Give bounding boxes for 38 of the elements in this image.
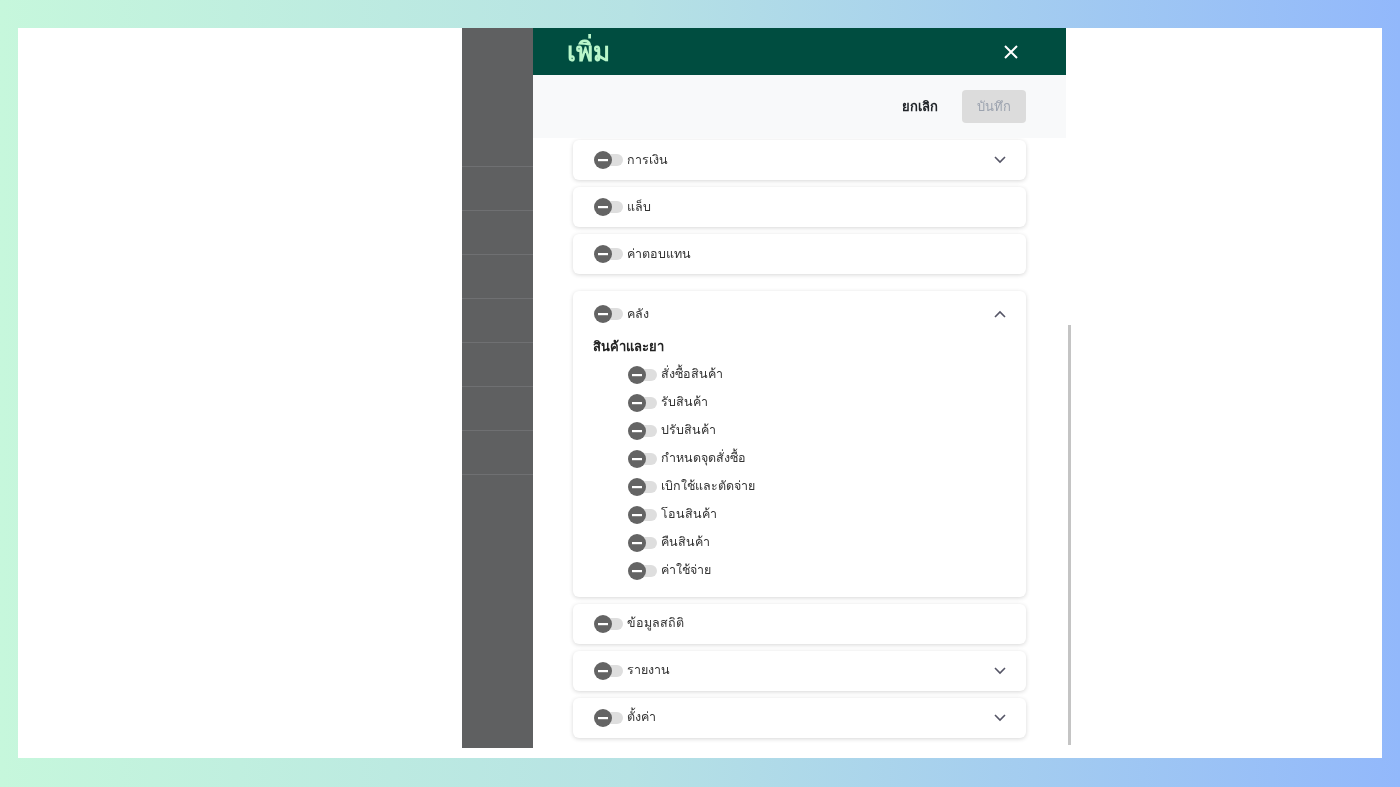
group-title: สินค้าและยา <box>593 338 665 356</box>
permission-label: ข้อมูลสถิติ <box>627 614 684 633</box>
scrollbar-thumb[interactable] <box>1068 325 1071 745</box>
toggle-switch[interactable] <box>627 364 657 385</box>
permission-label: คลัง <box>627 304 649 323</box>
toggle-switch[interactable] <box>593 707 623 728</box>
chevron-down-icon[interactable] <box>994 156 1006 164</box>
permission-label: การเงิน <box>627 150 668 169</box>
permission-label: เบิกใช้และตัดจ่าย <box>661 477 755 496</box>
permission-label: ปรับสินค้า <box>661 421 716 440</box>
toggle-switch[interactable] <box>627 532 657 553</box>
permission-label: รายงาน <box>627 661 670 680</box>
toggle-switch[interactable] <box>627 504 657 525</box>
permission-label: แล็บ <box>627 197 651 216</box>
chevron-up-icon[interactable] <box>994 310 1006 318</box>
toggle-switch[interactable] <box>627 392 657 413</box>
toggle-switch[interactable] <box>593 197 623 217</box>
toggle-switch[interactable] <box>627 476 657 497</box>
permission-label: ค่าใช้จ่าย <box>661 561 711 580</box>
permission-label: สั่งซื้อสินค้า <box>661 365 723 384</box>
permission-label: คืนสินค้า <box>661 533 710 552</box>
toggle-switch[interactable] <box>593 150 623 170</box>
chevron-down-icon[interactable] <box>994 666 1006 675</box>
permission-label: ตั้งค่า <box>627 708 656 727</box>
close-icon[interactable] <box>1004 44 1018 59</box>
toggle-switch[interactable] <box>593 304 623 324</box>
permission-label: ค่าตอบแทน <box>627 244 691 263</box>
toggle-switch[interactable] <box>627 420 657 441</box>
permission-label: กำหนดจุดสั่งซื้อ <box>661 449 746 468</box>
toggle-switch[interactable] <box>593 244 623 264</box>
permission-label: โอนสินค้า <box>661 505 717 524</box>
toggle-switch[interactable] <box>593 613 623 634</box>
cancel-button[interactable]: ยกเลิก <box>900 90 940 123</box>
toggle-switch[interactable] <box>627 560 657 581</box>
toggle-switch[interactable] <box>627 448 657 469</box>
chevron-down-icon[interactable] <box>994 713 1006 722</box>
toggle-switch[interactable] <box>593 660 623 681</box>
permission-label: รับสินค้า <box>661 393 708 412</box>
